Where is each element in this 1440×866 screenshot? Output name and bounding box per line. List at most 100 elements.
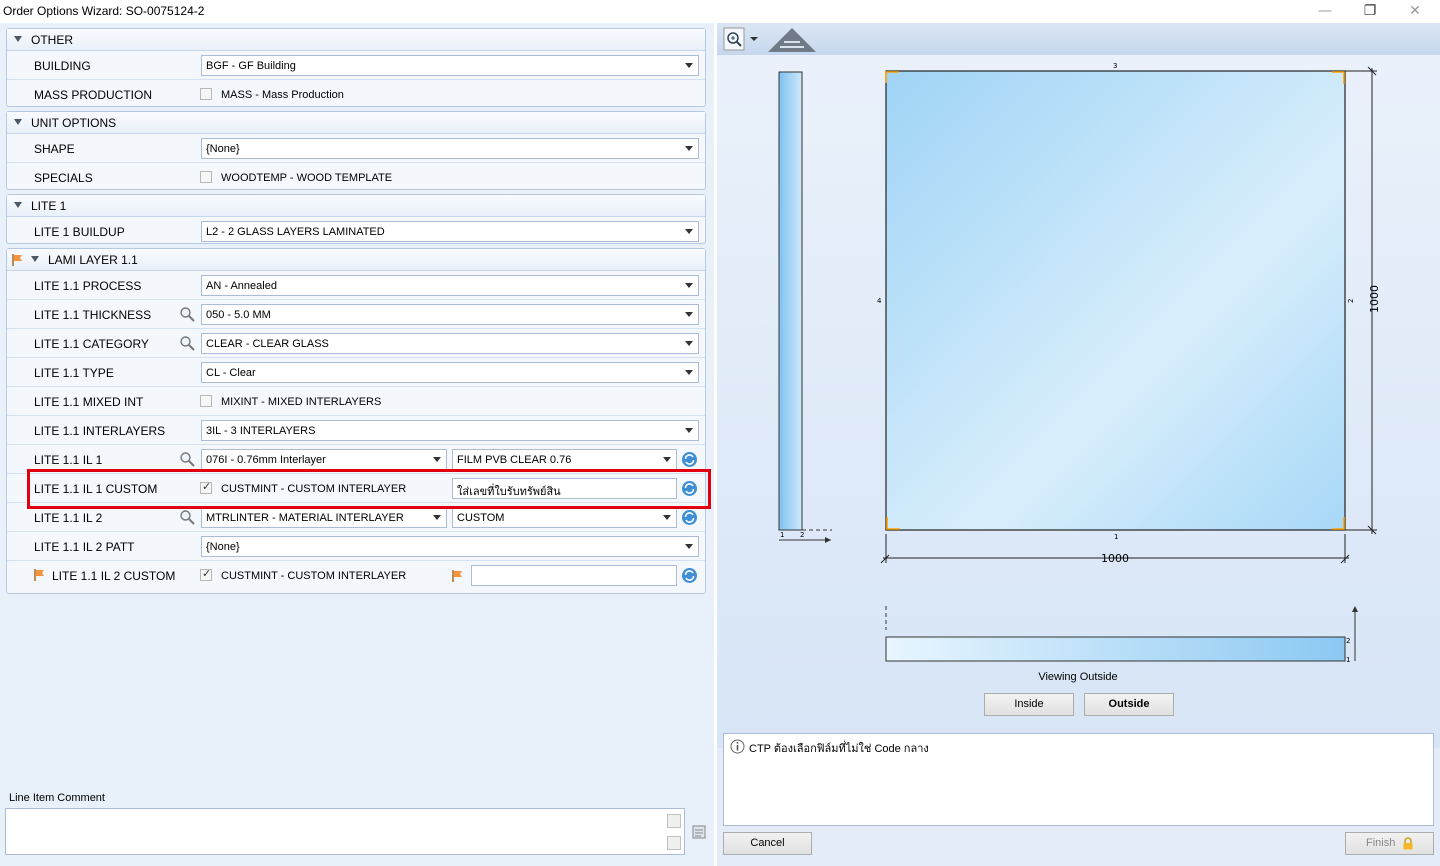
specials-checkbox[interactable]: [200, 171, 212, 183]
options-panel: OTHER BUILDING BGF - GF Building MASS PR…: [0, 23, 714, 866]
category-combo[interactable]: CLEAR - CLEAR GLASS: [201, 333, 699, 354]
chevron-down-icon[interactable]: [679, 56, 698, 75]
option-row-specials: SPECIALS WOODTEMP - WOOD TEMPLATE: [7, 163, 705, 192]
bottom-mark-2: 2: [1346, 637, 1350, 645]
option-label: LITE 1.1 MIXED INT: [34, 395, 144, 409]
group-header[interactable]: LITE 1: [7, 195, 705, 217]
input-value: ใส่เลขที่ใบรับทรัพย์สิน: [457, 485, 561, 498]
flag-icon: [34, 569, 44, 581]
combo-value: L2 - 2 GLASS LAYERS LAMINATED: [206, 226, 385, 238]
collapse-icon[interactable]: [14, 202, 22, 208]
mass-production-checkbox[interactable]: [200, 88, 212, 100]
chevron-down-icon[interactable]: [679, 276, 698, 295]
thickness-combo[interactable]: 050 - 5.0 MM: [201, 304, 699, 325]
option-row-il-2: LITE 1.1 IL 2 MTRLINTER - MATERIAL INTER…: [7, 503, 705, 532]
il-2-custom-checkbox[interactable]: [200, 567, 212, 581]
option-label: LITE 1.1 INTERLAYERS: [34, 424, 166, 438]
edge-view-glass: [778, 71, 803, 531]
chevron-down-icon[interactable]: [679, 334, 698, 353]
building-combo[interactable]: BGF - GF Building: [201, 55, 699, 76]
refresh-icon[interactable]: [681, 509, 698, 526]
scroll-up-button[interactable]: [667, 814, 681, 828]
close-button[interactable]: ✕: [1400, 2, 1430, 20]
cancel-button[interactable]: Cancel: [723, 832, 812, 855]
il-1-custom-checkbox[interactable]: [200, 480, 212, 494]
collapse-icon[interactable]: [14, 36, 22, 42]
combo-value: CL - Clear: [206, 367, 256, 379]
comment-label: Line Item Comment: [9, 792, 105, 804]
zoom-icon[interactable]: [723, 27, 759, 51]
il-1-film-combo[interactable]: FILM PVB CLEAR 0.76: [452, 449, 677, 470]
chevron-down-icon[interactable]: [427, 508, 446, 527]
chevron-down-icon[interactable]: [679, 363, 698, 382]
search-icon[interactable]: [179, 451, 195, 467]
edge-label-top: 3: [1113, 62, 1117, 70]
buildup-combo[interactable]: L2 - 2 GLASS LAYERS LAMINATED: [201, 221, 699, 242]
edge-arrow-head: [825, 537, 831, 543]
mixed-int-checkbox[interactable]: [200, 395, 212, 407]
title-bar: Order Options Wizard: SO-0075124-2 — ❐ ✕: [0, 0, 1440, 23]
finish-button[interactable]: Finish: [1345, 832, 1434, 855]
il-2-patt-combo[interactable]: {None}: [201, 536, 699, 557]
il-2-film-combo[interactable]: CUSTOM: [452, 507, 677, 528]
outside-button[interactable]: Outside: [1084, 693, 1174, 716]
glass-pane: [885, 70, 1346, 531]
refresh-icon[interactable]: [681, 567, 698, 584]
il-2-custom-input[interactable]: [471, 565, 677, 586]
combo-value: 076I - 0.76mm Interlayer: [206, 454, 326, 466]
option-row-interlayers: LITE 1.1 INTERLAYERS 3IL - 3 INTERLAYERS: [7, 416, 705, 445]
chevron-down-icon[interactable]: [679, 222, 698, 241]
collapse-icon[interactable]: [31, 256, 39, 262]
il-1-custom-input[interactable]: ใส่เลขที่ใบรับทรัพย์สิน: [452, 478, 677, 499]
refresh-icon[interactable]: [681, 451, 698, 468]
group-lite-1: LITE 1 LITE 1 BUILDUP L2 - 2 GLASS LAYER…: [6, 194, 706, 244]
combo-value: CLEAR - CLEAR GLASS: [206, 338, 329, 350]
chevron-down-icon[interactable]: [679, 537, 698, 556]
checkbox-label: CUSTMINT - CUSTOM INTERLAYER: [221, 483, 407, 495]
minimize-button[interactable]: —: [1310, 2, 1340, 20]
collapse-icon[interactable]: [14, 119, 22, 125]
building-view-icon[interactable]: [766, 25, 818, 53]
validation-message: CTP ต้องเลือกฟิล์มที่ไม่ใช่ Code กลาง: [749, 743, 929, 755]
interlayers-combo[interactable]: 3IL - 3 INTERLAYERS: [201, 420, 699, 441]
option-row-mass-production: MASS PRODUCTION MASS - Mass Production: [7, 80, 705, 109]
chevron-down-icon[interactable]: [679, 139, 698, 158]
edge-label-left: 4: [877, 297, 882, 305]
option-label: LITE 1.1 PROCESS: [34, 279, 142, 293]
chevron-down-icon[interactable]: [657, 450, 676, 469]
refresh-icon[interactable]: [681, 480, 698, 497]
process-combo[interactable]: AN - Annealed: [201, 275, 699, 296]
search-icon[interactable]: [179, 509, 195, 525]
option-label: SHAPE: [34, 142, 75, 156]
search-icon[interactable]: [179, 306, 195, 322]
notes-icon[interactable]: [691, 824, 707, 840]
drawing-panel: 1 2 3 1 4 2 1000 1000 2 1 Viewing Outsid…: [717, 23, 1440, 866]
scroll-down-button[interactable]: [667, 836, 681, 850]
type-combo[interactable]: CL - Clear: [201, 362, 699, 383]
group-header[interactable]: LAMI LAYER 1.1: [7, 249, 705, 271]
il-1-combo[interactable]: 076I - 0.76mm Interlayer: [201, 449, 447, 470]
option-row-il-1-custom: LITE 1.1 IL 1 CUSTOM CUSTMINT - CUSTOM I…: [7, 474, 705, 503]
group-header[interactable]: OTHER: [7, 29, 705, 51]
message-panel: CTP ต้องเลือกฟิล์มที่ไม่ใช่ Code กลาง: [723, 733, 1434, 826]
option-row-thickness: LITE 1.1 THICKNESS 050 - 5.0 MM: [7, 300, 705, 329]
il-2-combo[interactable]: MTRLINTER - MATERIAL INTERLAYER: [201, 507, 447, 528]
shape-combo[interactable]: {None}: [201, 138, 699, 159]
height-dimension: 1000: [1368, 285, 1381, 313]
restore-button[interactable]: ❐: [1355, 2, 1385, 20]
group-header[interactable]: UNIT OPTIONS: [7, 112, 705, 134]
bottom-arrow-head: [1352, 606, 1358, 612]
edge-mark-1: 1: [780, 531, 784, 539]
option-row-category: LITE 1.1 CATEGORY CLEAR - CLEAR GLASS: [7, 329, 705, 358]
line-item-comment-input[interactable]: [5, 808, 685, 855]
chevron-down-icon[interactable]: [657, 508, 676, 527]
chevron-down-icon[interactable]: [427, 450, 446, 469]
chevron-down-icon[interactable]: [679, 421, 698, 440]
chevron-down-icon[interactable]: [679, 305, 698, 324]
inside-button[interactable]: Inside: [984, 693, 1074, 716]
option-row-shape: SHAPE {None}: [7, 134, 705, 163]
combo-value: CUSTOM: [457, 512, 505, 524]
search-icon[interactable]: [179, 335, 195, 351]
group-title: LAMI LAYER 1.1: [48, 253, 138, 267]
group-title: OTHER: [31, 33, 73, 47]
